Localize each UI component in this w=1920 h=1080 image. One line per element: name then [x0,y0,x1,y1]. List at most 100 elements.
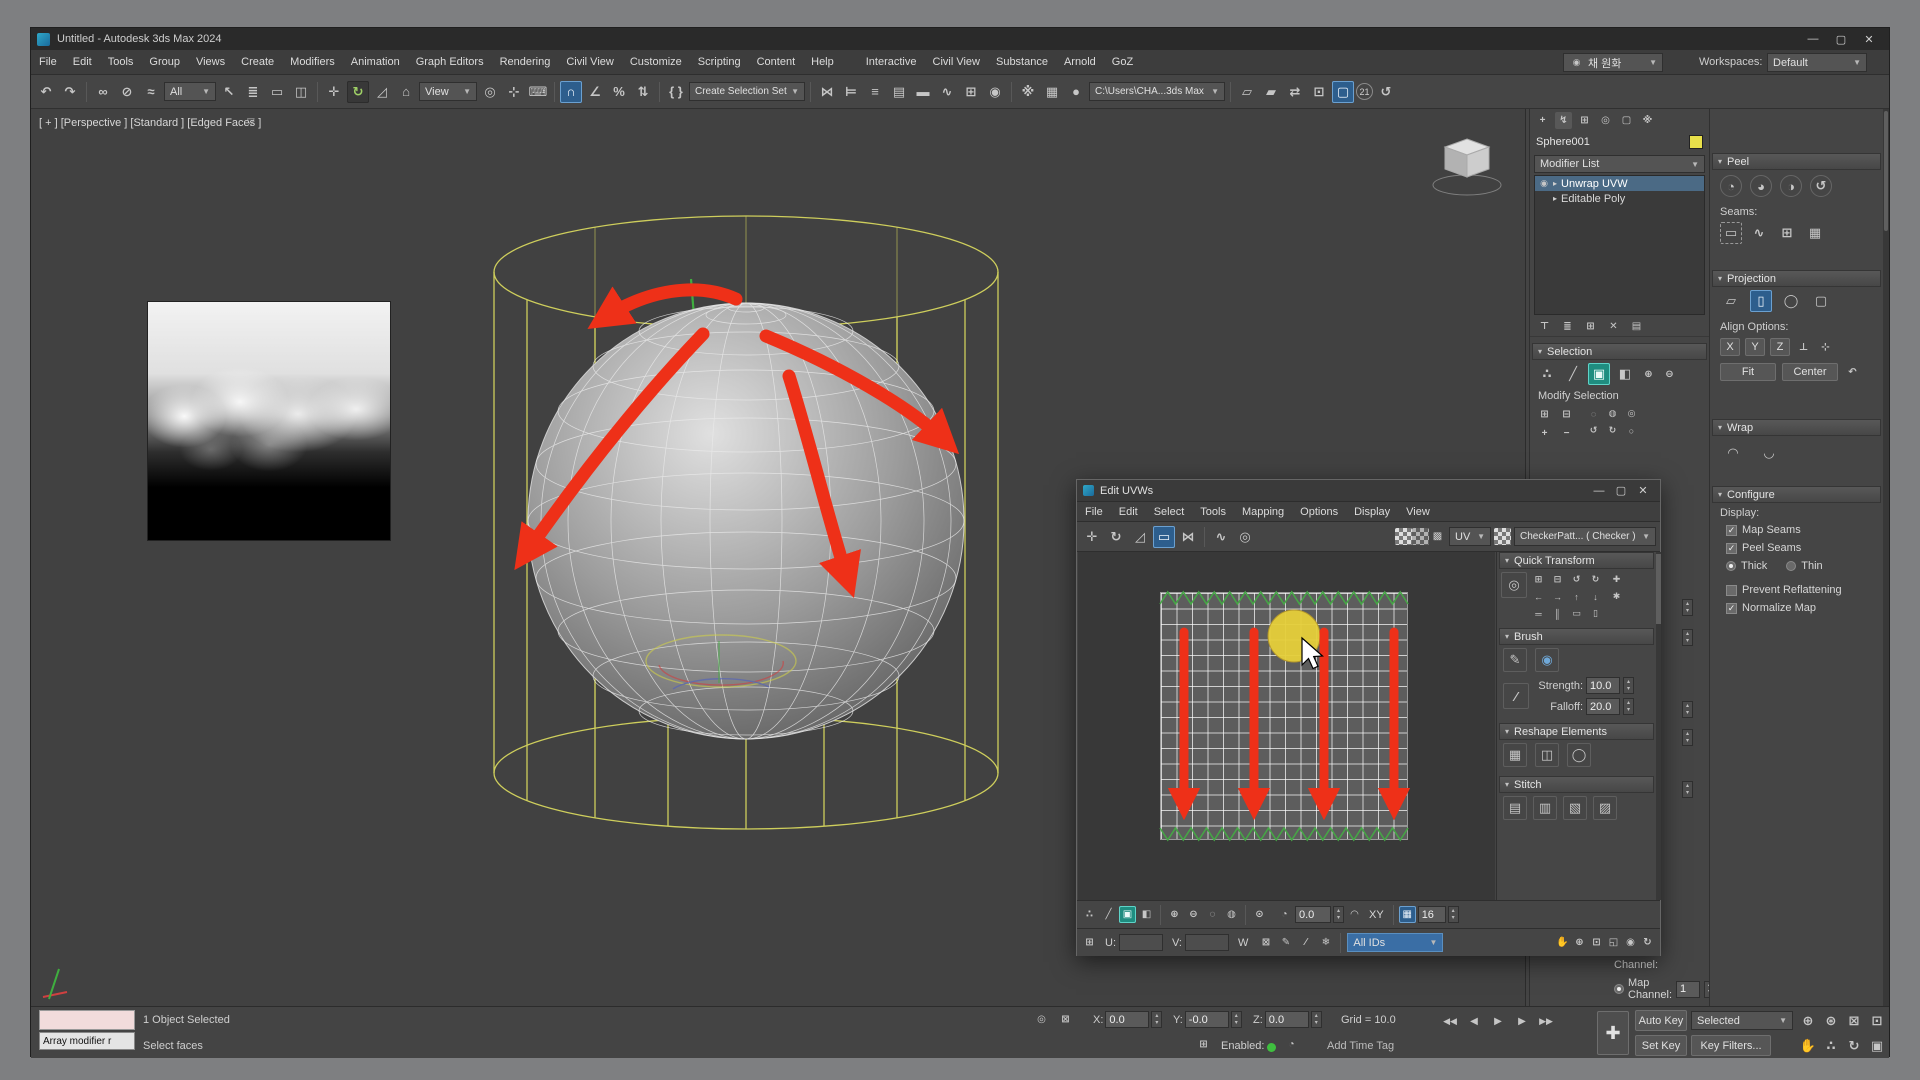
select-and-place-icon[interactable]: ⌂ [395,81,417,103]
layer-explorer-icon[interactable]: ▤ [888,81,910,103]
align-horizontal-icon[interactable]: ⊞ [1531,572,1546,587]
tab-display[interactable]: ▢ [1618,112,1635,129]
center-button[interactable]: Center [1782,363,1838,381]
prevent-reflattening-checkbox[interactable] [1726,585,1737,596]
rendered-frame-icon[interactable]: ▦ [1041,81,1063,103]
selection-rollout-header[interactable]: Selection [1532,343,1707,360]
uv-falloff-space-icon[interactable]: ◎ [1234,526,1256,548]
coord-system-dropdown[interactable]: View▼ [419,82,477,101]
expand-arrow-icon[interactable]: ▸ [1553,194,1557,203]
uv-zoom-icon[interactable]: ⊕ [1571,934,1588,951]
point-to-point-seam-icon[interactable]: ∿ [1748,222,1770,244]
uv-grid-size-spinner[interactable] [1448,906,1459,923]
uv-rotate-view-icon[interactable]: ↻ [1639,934,1656,951]
spinner-control[interactable] [1682,599,1693,616]
menu-substance[interactable]: Substance [988,50,1056,74]
menu-group[interactable]: Group [141,50,188,74]
rectangular-selection-icon[interactable]: ▭ [266,81,288,103]
uv-mirror-icon[interactable]: ⋈ [1177,526,1199,548]
menu-modifiers[interactable]: Modifiers [282,50,343,74]
wrap-cylinder-icon[interactable]: ◠ [1720,440,1746,466]
rotate-cw-icon[interactable]: ↻ [1588,572,1603,587]
stitch-to-target-icon[interactable]: ▥ [1533,796,1557,820]
selection-lock-icon[interactable]: ⊠ [1057,1011,1074,1028]
falloff-field[interactable] [1586,698,1620,715]
checker-swatch[interactable] [1494,528,1511,545]
best-align-icon[interactable]: ⊹ [1817,339,1834,356]
object-name[interactable]: Sphere001 [1536,136,1590,148]
uv-loop-icon[interactable]: ◌ [1204,906,1221,923]
ribbon-toggle-icon[interactable]: ▬ [912,81,934,103]
loop-grow-icon[interactable]: ↺ [1586,423,1601,438]
plugin-icon-2[interactable]: ▰ [1260,81,1282,103]
edit-seams-icon[interactable]: ▭ [1720,222,1742,244]
remove-modifier-icon[interactable]: ✕ [1605,318,1622,335]
configure-rollout-header[interactable]: Configure [1712,486,1881,503]
percent-snap-icon[interactable]: % [608,81,630,103]
menu-content[interactable]: Content [749,50,804,74]
redo-icon[interactable]: ↷ [59,81,81,103]
quick-transform-header[interactable]: Quick Transform [1499,552,1654,569]
thick-radio[interactable] [1726,561,1736,571]
viewport-label[interactable]: [ + ] [Perspective ] [Standard ] [Edged … [39,117,261,129]
space-horizontal-icon[interactable]: ═ [1531,606,1546,621]
align-to-view-icon[interactable]: ⊥ [1795,339,1812,356]
menu-edit[interactable]: Edit [65,50,100,74]
material-ids-dropdown[interactable]: All IDs▼ [1347,933,1443,952]
edge-mode-icon[interactable]: ╱ [1562,363,1584,385]
set-key-button[interactable]: Set Key [1635,1035,1687,1056]
filter-funnel-icon[interactable]: ▽ [247,117,255,128]
uv-rotate-icon[interactable]: ↻ [1105,526,1127,548]
wrap-sphere-icon[interactable]: ◡ [1756,440,1782,466]
uvw-menu-options[interactable]: Options [1292,502,1346,521]
quick-peel-icon[interactable]: ◔ [1720,175,1742,197]
make-unique-icon[interactable]: ⊞ [1582,318,1599,335]
align-z-button[interactable]: Z [1770,338,1790,356]
pelt-map-icon[interactable]: ◑ [1780,175,1802,197]
uvw-menu-display[interactable]: Display [1346,502,1398,521]
stitch-custom-icon[interactable]: ▤ [1503,796,1527,820]
move-left-icon[interactable]: ← [1531,589,1546,604]
render-setup-icon[interactable]: ※ [1017,81,1039,103]
play-icon[interactable]: ▶ [1487,1010,1509,1032]
selection-set-dropdown[interactable]: Create Selection Set▼ [689,82,805,101]
render-production-icon[interactable]: ● [1065,81,1087,103]
ring-grow-icon[interactable]: ◌ [1586,406,1601,421]
align-y-button[interactable]: Y [1745,338,1765,356]
menu-help[interactable]: Help [803,50,842,74]
menu-graph-editors[interactable]: Graph Editors [408,50,492,74]
x-spinner[interactable] [1151,1011,1162,1028]
v-field[interactable] [1185,934,1229,951]
element-mode-icon[interactable]: ◧ [1614,363,1636,385]
freeze-selection-icon[interactable]: ❄ [1317,934,1334,951]
space-vertical-icon[interactable]: ║ [1550,606,1565,621]
fit-button[interactable]: Fit [1720,363,1776,381]
window-crossing-icon[interactable]: ◫ [290,81,312,103]
tab-modify[interactable]: ↯ [1555,112,1572,129]
use-pivot-center-icon[interactable]: ◎ [479,81,501,103]
named-selection-sets-icon[interactable]: { } [665,81,687,103]
uv-paint-select-icon[interactable]: ⊙ [1251,906,1268,923]
clock-icon[interactable]: ◔ [1283,1036,1300,1053]
go-to-start-icon[interactable]: ◀◀ [1439,1010,1461,1032]
selection-filter-dropdown[interactable]: All▼ [164,82,216,101]
uv-ring-icon[interactable]: ◍ [1223,906,1240,923]
uv-move-icon[interactable]: ✛ [1081,526,1103,548]
menu-views[interactable]: Views [188,50,233,74]
maximize-icon[interactable]: ▢ [1610,483,1632,499]
uv-zoom-region-icon[interactable]: ⊡ [1588,934,1605,951]
workspace-dropdown[interactable]: Default ▼ [1767,53,1867,72]
grow-selection-icon[interactable]: ⊞ [1536,406,1553,423]
menu-file[interactable]: File [31,50,65,74]
uv-arc-icon[interactable]: ◠ [1346,906,1363,923]
uvw-menu-view[interactable]: View [1398,502,1438,521]
uv-space-dropdown[interactable]: UV▼ [1449,527,1491,546]
tile-map-icon[interactable]: ▩ [1429,528,1446,545]
spinner-control[interactable] [1682,629,1693,646]
uv-edge-subobject-icon[interactable]: ╱ [1100,906,1117,923]
add-time-tag[interactable]: Add Time Tag [1327,1040,1394,1052]
paint-move-brush-icon[interactable]: ✎ [1503,648,1527,672]
paint-select-minus-icon[interactable]: ⊖ [1661,366,1678,383]
peel-rollout-header[interactable]: Peel [1712,153,1881,170]
menu-scripting[interactable]: Scripting [690,50,749,74]
